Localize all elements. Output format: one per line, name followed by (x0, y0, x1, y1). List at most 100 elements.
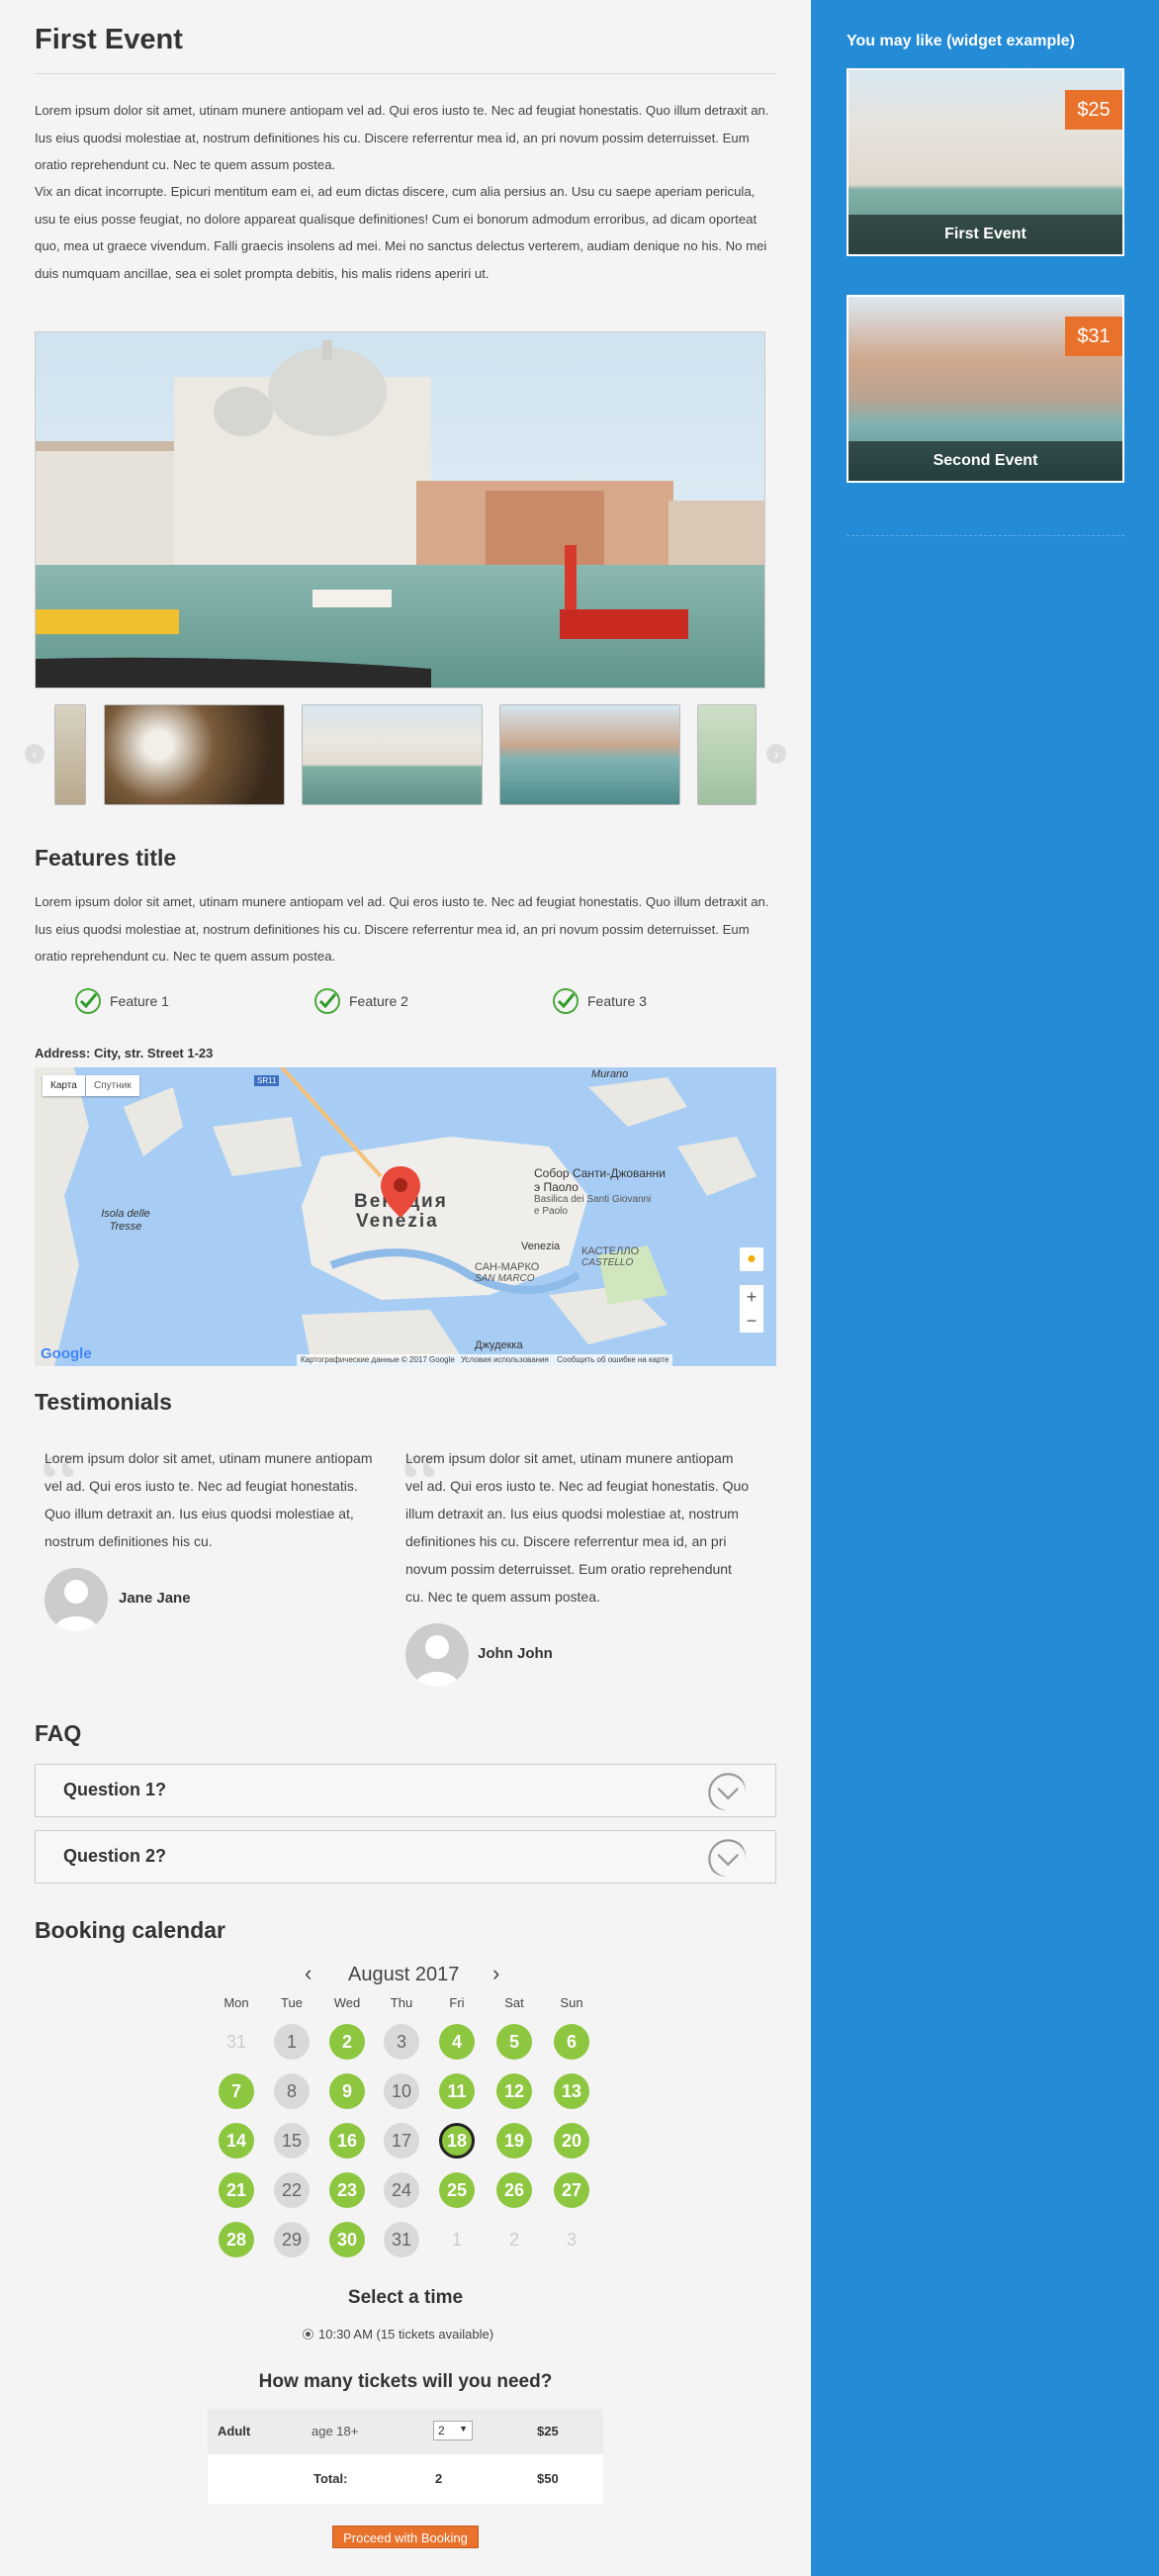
faq-question: Question 1? (63, 1780, 167, 1799)
address-label: Address: City, str. Street 1-23 (35, 1046, 214, 1060)
calendar-day[interactable]: 26 (496, 2172, 532, 2208)
carousel-thumb[interactable] (697, 704, 757, 805)
testimonial-author: John John (478, 1645, 553, 1662)
calendar-day: 15 (274, 2123, 310, 2159)
time-radio[interactable] (303, 2329, 313, 2340)
calendar-day[interactable]: 27 (554, 2172, 589, 2208)
calendar-day: 29 (274, 2222, 310, 2257)
ticket-type: Adult (218, 2424, 251, 2438)
map-report-link[interactable]: Сообщить об ошибке на карте (557, 1355, 669, 1364)
calendar-day[interactable]: 2 (329, 2024, 365, 2060)
check-icon (75, 988, 101, 1014)
feature-item: Feature 1 (74, 987, 169, 1015)
dropdown-arrow-icon: ▼ (459, 2424, 468, 2434)
calendar-day[interactable]: 9 (329, 2073, 365, 2109)
calendar-day[interactable]: 11 (439, 2073, 475, 2109)
ticket-quantity-value: 2 (438, 2424, 445, 2438)
weekday-header: Sat (504, 1995, 524, 2010)
calendar-day: 31 (384, 2222, 419, 2257)
event-card-title: Second Event (848, 441, 1122, 481)
time-option[interactable]: 10:30 AM (15 tickets available) (303, 2327, 493, 2342)
calendar-day[interactable]: 21 (219, 2172, 254, 2208)
event-card[interactable]: $25 First Event (847, 68, 1124, 256)
map-tab-map[interactable]: Карта (43, 1075, 85, 1096)
calendar-day[interactable]: 25 (439, 2172, 475, 2208)
weekday-header: Mon (223, 1995, 249, 2010)
map-terms-link[interactable]: Условия использования (461, 1355, 549, 1364)
map-zoom-in-button[interactable]: + (740, 1285, 763, 1309)
features-text: Lorem ipsum dolor sit amet, utinam muner… (35, 894, 769, 964)
event-card-price: $25 (1065, 90, 1122, 130)
check-icon (553, 988, 579, 1014)
calendar-day[interactable]: 23 (329, 2172, 365, 2208)
faq-item[interactable]: Question 1? (35, 1764, 776, 1817)
calendar-day[interactable]: 4 (439, 2024, 475, 2060)
weekday-header: Sun (560, 1995, 583, 2010)
event-card[interactable]: $31 Second Event (847, 295, 1124, 483)
calendar-day[interactable]: 12 (496, 2073, 532, 2109)
check-icon (314, 988, 340, 1014)
street-view-pegman-icon[interactable]: ● (740, 1247, 763, 1271)
faq-item[interactable]: Question 2? (35, 1830, 776, 1884)
calendar-day: 22 (274, 2172, 310, 2208)
calendar-day[interactable]: 18 (439, 2123, 475, 2159)
calendar-day[interactable]: 14 (219, 2123, 254, 2159)
map-tab-satellite[interactable]: Спутник (86, 1075, 139, 1096)
carousel-thumb[interactable] (302, 704, 483, 805)
intro-paragraph-2: Vix an dicat incorrupte. Epicuri mentitu… (35, 184, 767, 281)
carousel-prev-button[interactable]: ‹ (25, 744, 45, 764)
map-label-venezia: Venezia (521, 1241, 561, 1252)
calendar-next-button[interactable]: › (492, 1961, 499, 1986)
calendar-day[interactable]: 13 (554, 2073, 589, 2109)
calendar-day[interactable]: 28 (219, 2222, 254, 2257)
total-price: $50 (537, 2471, 559, 2486)
calendar-month-label: August 2017 (348, 1964, 460, 1985)
carousel-thumb[interactable] (104, 704, 285, 805)
ticket-quantity-select[interactable]: 2 ▼ (433, 2421, 473, 2440)
testimonial-text: Lorem ipsum dolor sit amet, utinam muner… (45, 1450, 373, 1549)
calendar-day[interactable]: 19 (496, 2123, 532, 2159)
tickets-title: How many tickets will you need? (258, 2371, 553, 2392)
proceed-booking-button[interactable]: Proceed with Booking (332, 2526, 479, 2548)
user-icon (415, 1635, 459, 1687)
calendar-day[interactable]: 6 (554, 2024, 589, 2060)
page-title: First Event (35, 24, 183, 55)
map-zoom-out-button[interactable]: − (740, 1309, 763, 1333)
intro-paragraph-1: Lorem ipsum dolor sit amet, utinam muner… (35, 103, 769, 172)
feature-label: Feature 3 (587, 993, 647, 1009)
venice-photo (36, 332, 764, 688)
carousel-next-button[interactable]: › (766, 744, 786, 764)
google-logo: Google (41, 1345, 92, 1362)
calendar-day[interactable]: 16 (329, 2123, 365, 2159)
title-divider (35, 73, 776, 74)
avatar (45, 1568, 108, 1631)
chevron-down-icon[interactable] (706, 1771, 746, 1810)
map-label-sanmarco: САН-МАРКО (475, 1261, 540, 1273)
carousel-thumb[interactable] (499, 704, 680, 805)
weekday-header: Tue (281, 1995, 303, 2010)
calendar-day[interactable]: 7 (219, 2073, 254, 2109)
map-label-castello: КАСТЕЛЛО (581, 1245, 640, 1257)
map[interactable]: Карта Спутник SR11 Murano Собор Санти-Дж… (35, 1067, 776, 1366)
map-label-sanmarco-it: SAN MARCO (475, 1273, 535, 1284)
calendar-day: 31 (225, 2032, 247, 2052)
calendar-day: 1 (274, 2024, 310, 2060)
total-label: Total: (313, 2471, 348, 2486)
calendar-day[interactable]: 20 (554, 2123, 589, 2159)
chevron-down-icon[interactable] (706, 1837, 746, 1877)
map-pin-icon[interactable] (381, 1166, 420, 1218)
map-label-giudecca: Джудекка (475, 1339, 523, 1351)
ticket-row: Adult age 18+ 2 ▼ $25 (208, 2409, 603, 2454)
carousel-thumb[interactable] (54, 704, 86, 805)
calendar-day: 8 (274, 2073, 310, 2109)
calendar-day[interactable]: 5 (496, 2024, 532, 2060)
calendar-day: 3 (384, 2024, 419, 2060)
map-label-basilica: Собор Санти-Джованни э Паоло (534, 1166, 666, 1194)
calendar-prev-button[interactable]: ‹ (305, 1961, 312, 1986)
event-card-price: $31 (1065, 317, 1122, 356)
faq-title: FAQ (35, 1720, 82, 1746)
feature-item: Feature 2 (313, 987, 408, 1015)
calendar-day[interactable]: 30 (329, 2222, 365, 2257)
avatar (405, 1623, 469, 1687)
event-card-title: First Event (848, 215, 1122, 254)
